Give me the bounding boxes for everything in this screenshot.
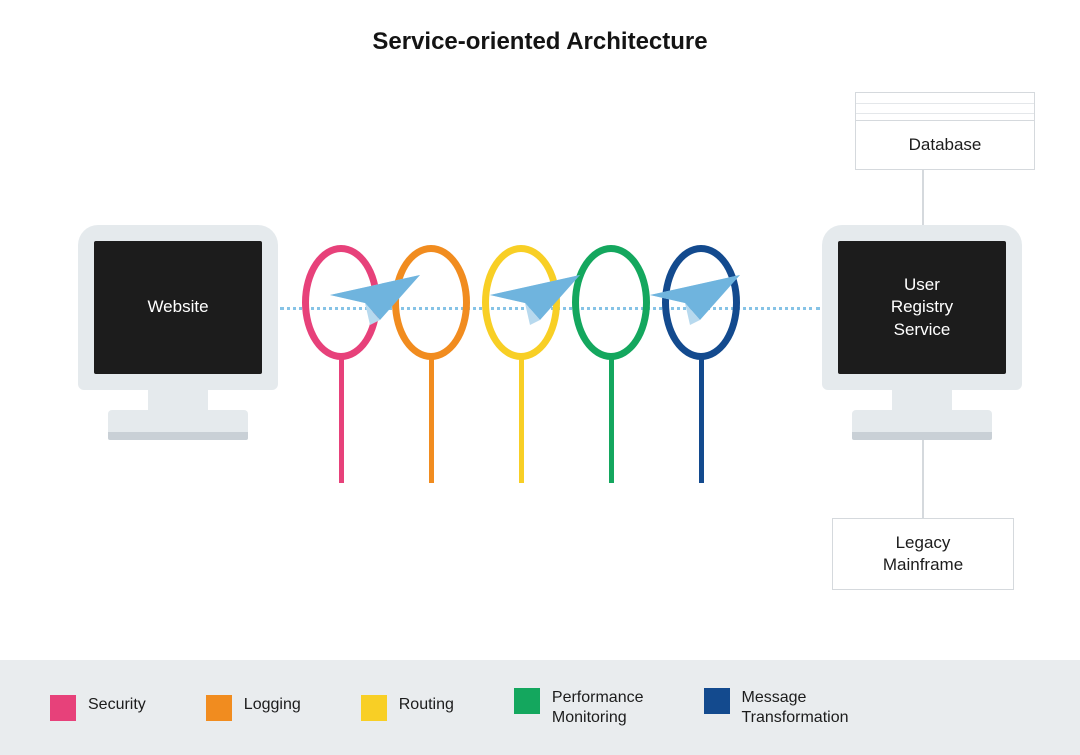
connector-service-to-legacy (922, 440, 924, 518)
legend-swatch-icon (50, 695, 76, 721)
legacy-mainframe-node: Legacy Mainframe (832, 518, 1014, 590)
paper-plane-icon (650, 265, 750, 335)
monitor-neck-icon (148, 390, 208, 410)
monitor-base-icon (108, 410, 248, 432)
database-node: Database (855, 120, 1035, 170)
stick-icon (339, 358, 344, 483)
legend-label: Routing (399, 695, 454, 715)
legacy-mainframe-label: Legacy Mainframe (883, 532, 963, 576)
monitor-foot-icon (852, 432, 992, 440)
paper-plane-icon (490, 265, 590, 335)
database-top-icon (855, 92, 1035, 120)
stick-icon (519, 358, 524, 483)
database-label: Database (909, 135, 982, 155)
user-registry-service-label: User Registry Service (838, 241, 1006, 374)
stick-icon (429, 358, 434, 483)
paper-plane-icon (330, 265, 430, 335)
legend-label: Performance Monitoring (552, 688, 644, 728)
legend-swatch-icon (361, 695, 387, 721)
connector-db-to-service (922, 170, 924, 225)
monitor-screen-icon: Website (78, 225, 278, 390)
website-node: Website (78, 225, 278, 440)
diagram-canvas: Website (0, 60, 1080, 650)
legend-item-routing: Routing (361, 695, 454, 721)
legend-label: Security (88, 695, 146, 715)
legend-item-message-transformation: Message Transformation (704, 688, 849, 728)
legend: Security Logging Routing Performance Mon… (0, 660, 1080, 755)
legend-label: Message Transformation (742, 688, 849, 728)
diagram-title: Service-oriented Architecture (0, 28, 1080, 56)
legend-item-security: Security (50, 695, 146, 721)
legend-swatch-icon (514, 688, 540, 714)
legend-item-performance-monitoring: Performance Monitoring (514, 688, 644, 728)
monitor-foot-icon (108, 432, 248, 440)
stick-icon (609, 358, 614, 483)
legend-label: Logging (244, 695, 301, 715)
monitor-base-icon (852, 410, 992, 432)
monitor-neck-icon (892, 390, 952, 410)
user-registry-service-node: User Registry Service (822, 225, 1022, 440)
website-label: Website (94, 241, 262, 374)
stick-icon (699, 358, 704, 483)
legend-swatch-icon (704, 688, 730, 714)
legend-item-logging: Logging (206, 695, 301, 721)
monitor-screen-icon: User Registry Service (822, 225, 1022, 390)
legend-swatch-icon (206, 695, 232, 721)
